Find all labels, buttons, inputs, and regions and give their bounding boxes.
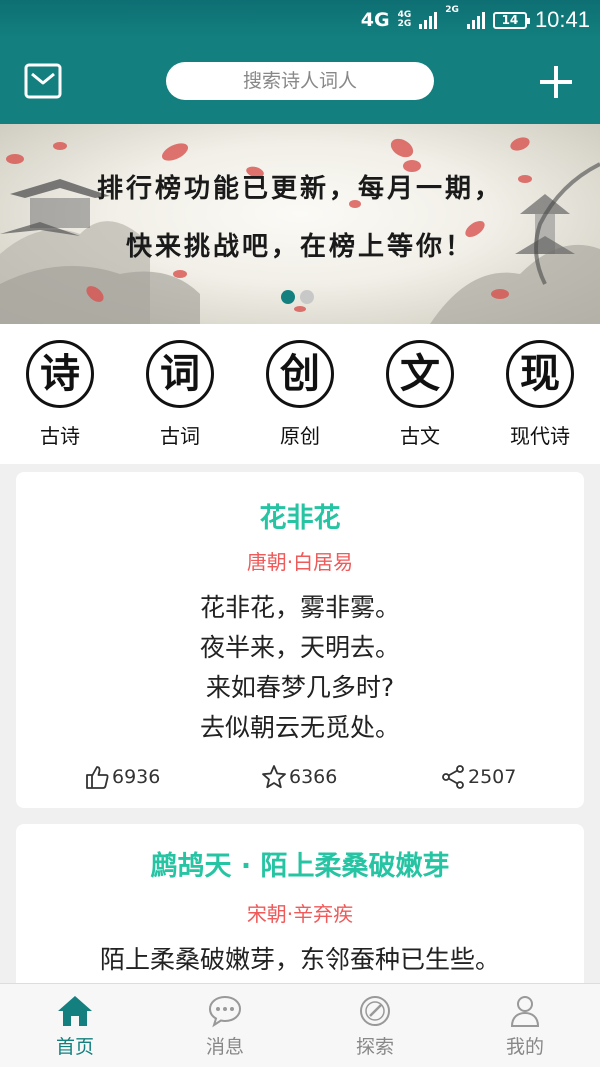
user-icon (510, 996, 540, 1027)
share-button[interactable]: 2507 (440, 762, 516, 792)
mail-icon[interactable] (24, 62, 62, 100)
poem-line: 花非花，雾非雾。 (199, 593, 400, 622)
carousel-dot[interactable] (300, 290, 314, 304)
prose-seal-icon: 文 (386, 340, 454, 408)
compass-icon (360, 996, 390, 1026)
nav-profile[interactable]: 我的 (450, 984, 600, 1067)
category-row: 诗 古诗 词 古词 创 原创 文 古文 现 现代诗 (0, 324, 600, 464)
network-dual-label: 4G 2G (398, 11, 412, 29)
status-bar: 4G 4G 2G 2G 14 10:41 (0, 0, 600, 40)
nav-home[interactable]: 首页 (0, 984, 150, 1067)
favorite-button[interactable]: 6366 (261, 762, 337, 792)
poem-line: 陌上柔桑破嫩芽，东邻蚕种已生些。 (99, 945, 500, 974)
category-guwen[interactable]: 文 古文 (360, 324, 480, 464)
ci-seal-icon: 词 (146, 340, 214, 408)
category-label: 原创 (280, 424, 320, 448)
share-icon (442, 765, 464, 789)
poem-card[interactable]: 鹧鸪天 · 陌上柔桑破嫩芽 宋朝·辛弃疾 陌上柔桑破嫩芽，东邻蚕种已生些。 (16, 824, 584, 994)
poem-line: 夜半来，天明去。 (199, 633, 400, 662)
carousel-dots (281, 290, 314, 304)
add-icon[interactable] (536, 62, 576, 102)
poem-stats: 6936 6366 2507 (16, 762, 584, 792)
thumbs-up-icon (86, 766, 109, 789)
poem-title[interactable]: 花非花 (16, 496, 584, 535)
home-icon (58, 996, 92, 1026)
banner-text-line2: 快来挑战吧，在榜上等你！ (125, 232, 474, 262)
clock-time: 10:41 (534, 7, 590, 32)
nav-messages-label: 消息 (205, 1036, 244, 1058)
category-guci[interactable]: 词 古词 (120, 324, 240, 464)
share-count: 2507 (468, 766, 517, 788)
category-gushi[interactable]: 诗 古诗 (0, 324, 120, 464)
nav-messages[interactable]: 消息 (150, 984, 300, 1067)
favorite-count: 6366 (289, 766, 338, 788)
app-header: 搜索诗人词人 (0, 40, 600, 124)
network-4g-label: 4G (360, 9, 390, 31)
poem-line: 来如春梦几多时? (205, 673, 395, 702)
poem-line: 去似朝云无觅处。 (199, 713, 400, 742)
star-icon (262, 765, 286, 789)
category-label: 古词 (160, 424, 200, 448)
poem-seal-icon: 诗 (26, 340, 94, 408)
battery-icon: 14 (492, 11, 530, 29)
like-count: 6936 (112, 766, 161, 788)
category-label: 现代诗 (510, 424, 570, 448)
network-2g-label: 2G (445, 5, 459, 15)
like-button[interactable]: 6936 (84, 762, 160, 792)
poem-author[interactable]: 宋朝·辛弃疾 (16, 898, 584, 927)
category-xiandaishi[interactable]: 现 现代诗 (480, 324, 600, 464)
category-yuanchuang[interactable]: 创 原创 (240, 324, 360, 464)
poem-title[interactable]: 鹧鸪天 · 陌上柔桑破嫩芽 (16, 844, 584, 883)
original-seal-icon: 创 (266, 340, 334, 408)
bottom-nav: 首页 消息 探索 我的 (0, 983, 600, 1067)
carousel-dot-active[interactable] (281, 290, 295, 304)
nav-explore-label: 探索 (355, 1036, 394, 1058)
modern-seal-icon: 现 (506, 340, 574, 408)
banner-carousel[interactable]: 排行榜功能已更新，每月一期， 快来挑战吧，在榜上等你！ (0, 124, 600, 324)
nav-profile-label: 我的 (505, 1036, 544, 1058)
search-input[interactable]: 搜索诗人词人 (166, 62, 434, 100)
nav-explore[interactable]: 探索 (300, 984, 450, 1067)
category-label: 古诗 (40, 424, 80, 448)
nav-home-label: 首页 (55, 1036, 94, 1058)
category-label: 古文 (400, 424, 440, 448)
poem-author[interactable]: 唐朝·白居易 (16, 546, 584, 575)
signal-icon (419, 11, 438, 29)
signal-icon-2 (466, 11, 485, 29)
poem-card[interactable]: 花非花 唐朝·白居易 花非花，雾非雾。 夜半来，天明去。 来如春梦几多时? 去似… (16, 472, 584, 808)
chat-icon (208, 995, 242, 1028)
network-2g-small: 2G (397, 19, 412, 29)
banner-text-line1: 排行榜功能已更新，每月一期， (96, 174, 503, 204)
